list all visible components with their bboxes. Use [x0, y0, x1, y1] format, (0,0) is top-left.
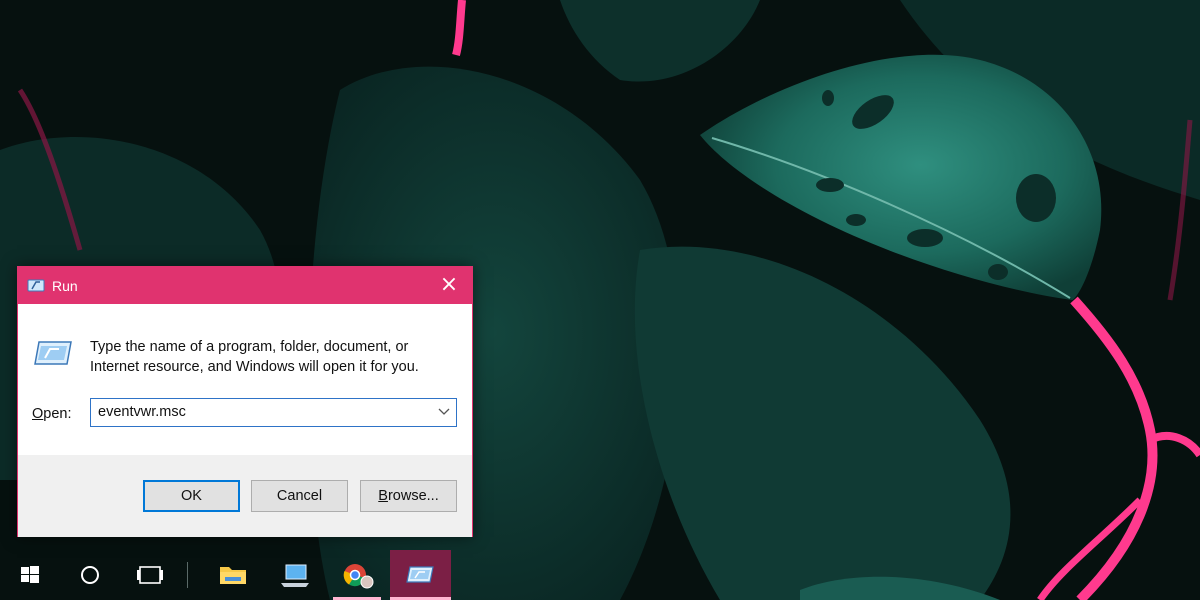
chevron-down-icon[interactable]	[438, 408, 450, 416]
title-bar[interactable]: Run ×	[18, 267, 472, 304]
water-drop	[1016, 174, 1056, 222]
water-drop	[816, 178, 844, 192]
task-view-icon	[137, 566, 163, 584]
water-drop	[846, 214, 866, 226]
open-label: Open:	[32, 406, 72, 422]
task-view-button[interactable]	[126, 550, 174, 600]
open-input[interactable]	[98, 404, 418, 420]
run-dialog: Run × Type the name of a program, folder…	[17, 266, 473, 537]
circle-icon	[81, 566, 99, 584]
this-pc-button[interactable]	[271, 550, 319, 600]
dialog-description: Type the name of a program, folder, docu…	[90, 339, 419, 375]
browse-button[interactable]: Browse...	[360, 480, 457, 512]
run-icon	[27, 279, 45, 292]
open-combobox[interactable]	[90, 398, 457, 427]
taskbar-divider	[187, 562, 188, 588]
close-button[interactable]: ×	[426, 267, 472, 304]
run-program-icon	[34, 341, 72, 365]
start-button[interactable]	[6, 550, 54, 600]
chrome-icon	[343, 564, 374, 589]
run-icon	[406, 566, 434, 583]
dialog-body: Type the name of a program, folder, docu…	[18, 304, 472, 455]
open-label-text: pen:	[43, 406, 72, 422]
folder-icon	[220, 567, 246, 584]
water-drop	[907, 229, 943, 247]
taskbar	[0, 550, 1200, 600]
browse-label-text: rowse...	[387, 488, 439, 504]
file-explorer-button[interactable]	[209, 550, 257, 600]
water-drop	[988, 264, 1008, 280]
close-icon: ×	[439, 272, 459, 297]
ok-button[interactable]: OK	[143, 480, 240, 512]
open-label-accesskey: O	[32, 406, 44, 422]
dialog-title: Run	[52, 278, 78, 294]
water-drop	[822, 90, 834, 106]
chrome-button[interactable]	[333, 550, 381, 600]
cancel-button[interactable]: Cancel	[251, 480, 348, 512]
windows-logo-icon	[21, 566, 39, 583]
cortana-button[interactable]	[66, 550, 114, 600]
browse-accesskey: B	[378, 488, 388, 504]
button-bar: OK Cancel Browse...	[18, 455, 472, 537]
computer-icon	[281, 564, 309, 587]
run-taskbar-button[interactable]	[390, 550, 451, 600]
